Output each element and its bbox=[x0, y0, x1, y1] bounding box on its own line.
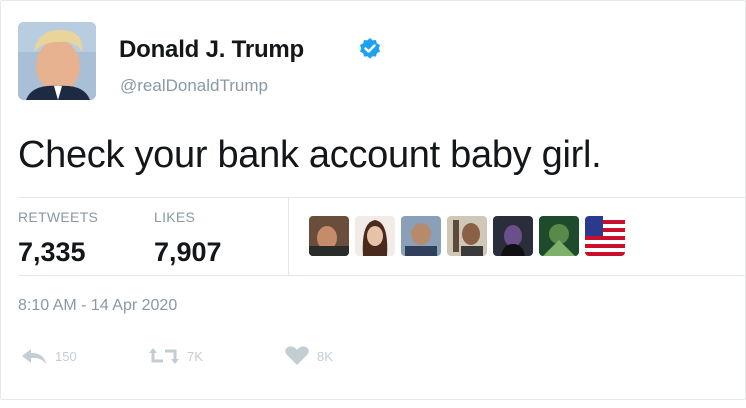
liked-by-avatars bbox=[309, 216, 625, 260]
likes-count[interactable]: 7,907 bbox=[154, 237, 222, 268]
liker-avatar[interactable] bbox=[539, 216, 579, 256]
like-count: 8K bbox=[317, 348, 333, 364]
retweet-icon bbox=[149, 348, 179, 364]
retweets-label[interactable]: RETWEETS bbox=[18, 209, 98, 225]
liker-avatar[interactable] bbox=[493, 216, 533, 256]
divider-bottom bbox=[18, 275, 745, 276]
liker-avatar[interactable] bbox=[309, 216, 349, 256]
like-button[interactable]: 8K bbox=[283, 345, 333, 367]
liker-avatar[interactable] bbox=[401, 216, 441, 256]
flag-avatar[interactable] bbox=[585, 216, 625, 256]
display-name[interactable]: Donald J. Trump bbox=[119, 36, 304, 64]
reply-icon bbox=[22, 349, 46, 364]
user-handle[interactable]: @realDonaldTrump bbox=[120, 76, 268, 96]
liker-avatar[interactable] bbox=[355, 216, 395, 256]
profile-avatar[interactable] bbox=[18, 22, 96, 100]
retweet-button[interactable]: 7K bbox=[147, 345, 203, 367]
retweets-count[interactable]: 7,335 bbox=[18, 237, 86, 268]
divider-top bbox=[18, 197, 745, 198]
reply-button[interactable]: 150 bbox=[19, 345, 77, 367]
reply-count: 150 bbox=[55, 348, 77, 364]
verified-badge-icon bbox=[360, 38, 380, 59]
stats-separator bbox=[288, 197, 289, 275]
tweet-text: Check your bank account baby girl. bbox=[18, 134, 602, 176]
tweet-card: Donald J. Trump @realDonaldTrump Check y… bbox=[0, 0, 746, 400]
likes-label[interactable]: LIKES bbox=[154, 209, 195, 225]
tweet-timestamp[interactable]: 8:10 AM - 14 Apr 2020 bbox=[18, 297, 177, 315]
retweet-count: 7K bbox=[187, 348, 203, 364]
liker-avatar[interactable] bbox=[447, 216, 487, 256]
heart-icon bbox=[285, 346, 309, 365]
